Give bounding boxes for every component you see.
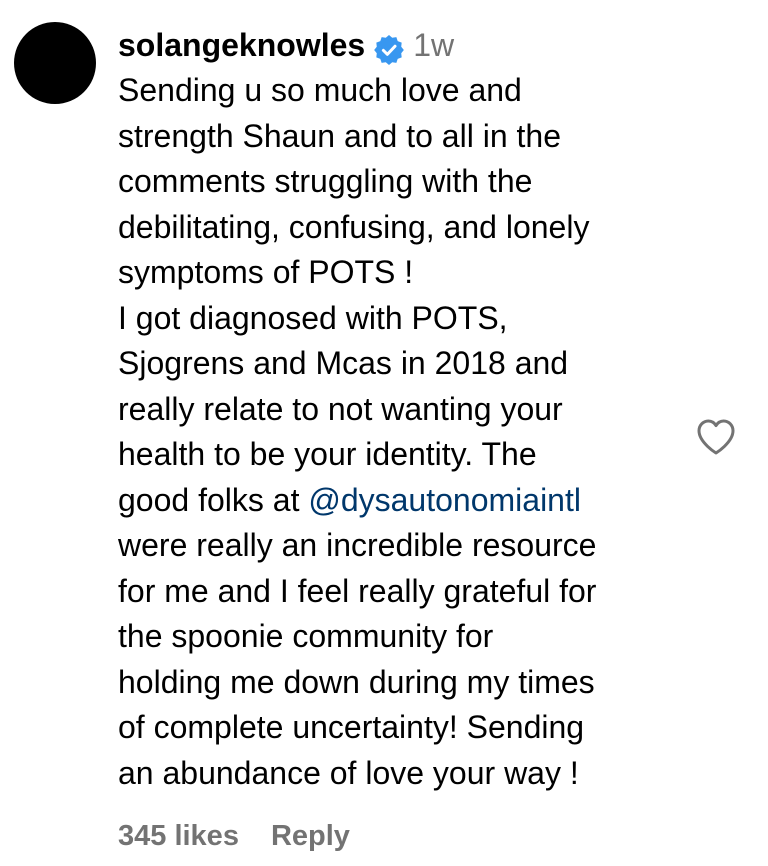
comment-text: Sending u so much love and strength Shau…: [118, 68, 688, 796]
username-link[interactable]: solangeknowles: [118, 22, 365, 68]
reply-button[interactable]: Reply: [271, 820, 350, 853]
avatar[interactable]: [14, 22, 96, 104]
comment-meta: 345 likes Reply: [118, 820, 350, 853]
comment-header: solangeknowles 1w: [118, 22, 688, 68]
comment-text-part: were really an incredible resource for m…: [118, 527, 597, 791]
heart-outline-icon[interactable]: [696, 418, 736, 456]
timestamp[interactable]: 1w: [413, 22, 454, 68]
likes-count-button[interactable]: 345 likes: [118, 820, 239, 853]
verified-badge-icon: [374, 31, 405, 65]
mention-link[interactable]: @dysautonomiaintl: [308, 482, 581, 518]
comment-text-part: Sending u so much love and strength Shau…: [118, 72, 590, 518]
comment: solangeknowles 1w Sending u so much love…: [118, 22, 688, 796]
